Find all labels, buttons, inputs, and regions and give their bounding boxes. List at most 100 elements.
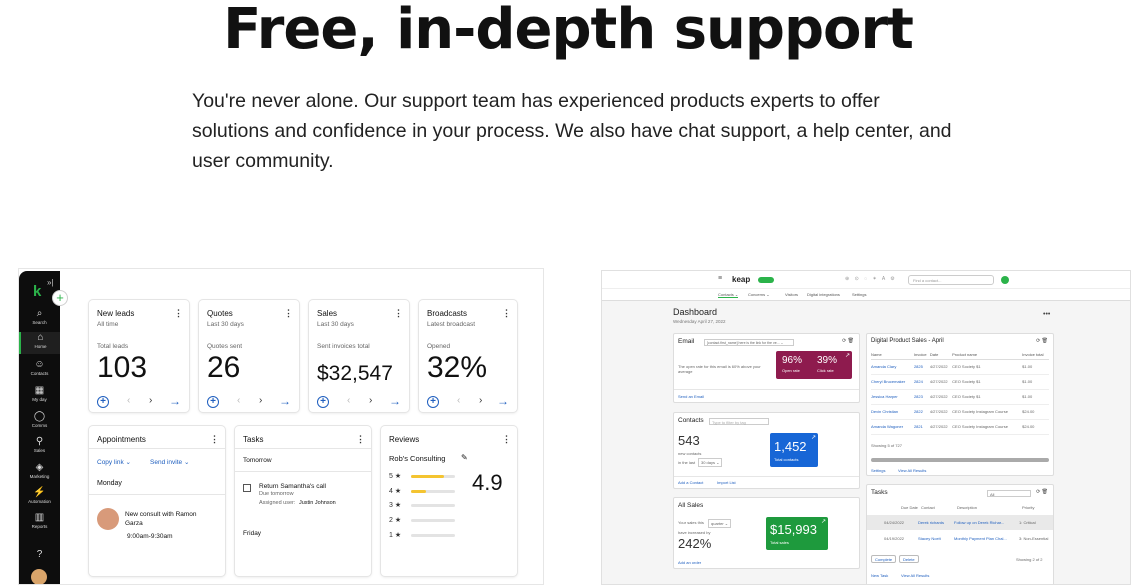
arrow-right-icon[interactable]: → [169, 394, 181, 408]
refresh-delete-icons[interactable]: ⟳ 🗑 [1036, 489, 1048, 495]
table-row[interactable]: Amanda Clary 2825 4/27/2022 CEO Society $1 $… [871, 359, 1049, 375]
table-row[interactable]: Devin Christian 2822 4/27/2022 CEO Society … [871, 404, 1049, 420]
cell[interactable]: Follow up on Derek Richar... [954, 520, 1004, 525]
cell[interactable]: Amanda Clary [871, 359, 914, 375]
kebab-menu-icon[interactable]: ⋮ [502, 434, 511, 445]
add-icon[interactable]: + [427, 396, 439, 408]
kebab-menu-icon[interactable]: ⋮ [284, 308, 293, 319]
next-icon[interactable]: › [369, 395, 372, 406]
task-title[interactable]: Return Samantha's call [259, 483, 326, 490]
column-header[interactable]: Due Date [901, 505, 918, 510]
tag-filter-input[interactable]: Type to filter by tag [709, 418, 769, 425]
cell[interactable]: Amanda Wagoner [871, 419, 914, 435]
settings-link[interactable]: Settings [871, 468, 885, 473]
toolbar-icons[interactable]: ⊕ ⊙ ◌ ✶ A ⚙ [845, 276, 897, 282]
new-leads-card[interactable]: New leads ⋮ All time Total leads 103 + ‹ ›… [89, 300, 189, 412]
sidebar-item-help[interactable]: ? [19, 549, 60, 560]
delete-button[interactable]: Delete [899, 555, 919, 563]
table-row[interactable]: 04/24/2022 Derek richards Follow up on D… [867, 515, 1053, 530]
kebab-menu-icon[interactable]: ⋮ [502, 308, 511, 319]
quick-add-button[interactable]: + [52, 290, 68, 306]
prev-icon[interactable]: ‹ [237, 395, 240, 406]
column-header[interactable]: Product name [952, 351, 1023, 360]
table-row[interactable]: Amanda Wagoner 2821 4/27/2022 CEO Society I… [871, 419, 1049, 435]
tab-visitors[interactable]: Visitors [785, 292, 798, 297]
cell[interactable]: 2822 [913, 404, 930, 420]
days-select[interactable]: 30 days ⌄ [698, 458, 723, 467]
sidebar-item-automation[interactable]: ⚡ Automation [19, 487, 60, 504]
column-header[interactable]: Description [957, 505, 977, 510]
column-header[interactable]: Invoice total [1022, 351, 1049, 360]
prev-icon[interactable]: ‹ [127, 395, 130, 406]
quotes-card[interactable]: Quotes ⋮ Last 30 days Quotes sent 26 + ‹ ›… [199, 300, 299, 412]
cell[interactable]: Stacey Noelt [918, 536, 941, 541]
arrow-right-icon[interactable]: → [389, 394, 401, 408]
refresh-delete-icons[interactable]: ⟳ 🗑 [842, 338, 854, 344]
column-header[interactable]: Invoice [913, 351, 930, 360]
table-row[interactable]: Jessica Harper 2823 4/27/2022 CEO Society $… [871, 389, 1049, 405]
complete-button[interactable]: Complete [871, 555, 897, 563]
tab-settings[interactable]: Settings [852, 292, 866, 297]
new-task-link[interactable]: New Task [871, 573, 888, 578]
tab-digital-integrations[interactable]: Digital integrations [807, 292, 840, 297]
keap-logo-icon[interactable]: k [33, 283, 41, 300]
cell[interactable]: Monthly Payment Plan Chal... [954, 536, 1007, 541]
sidebar-item-marketing[interactable]: ◈ Marketing [19, 462, 60, 479]
add-order-link[interactable]: Add an order [678, 560, 701, 565]
sidebar-item-sales[interactable]: ⚲ Sales [19, 436, 60, 453]
add-icon[interactable] [1001, 276, 1009, 284]
cell[interactable]: Jessica Harper [871, 389, 914, 405]
column-header[interactable]: Contact [921, 505, 935, 510]
cell[interactable]: Cheryl Brucemaker [871, 374, 914, 390]
total-contacts-box[interactable]: 1,452 Total contacts ↗ [770, 433, 818, 467]
sales-card[interactable]: Sales ⋮ Last 30 days Sent invoices total… [309, 300, 409, 412]
tab-concerns[interactable]: Concerns ⌄ [748, 292, 770, 297]
arrow-right-icon[interactable]: → [497, 394, 509, 408]
view-all-results-link[interactable]: View All Results [898, 468, 926, 473]
more-icon[interactable]: ••• [1043, 311, 1050, 318]
menu-icon[interactable]: ≡ [718, 275, 722, 282]
edit-icon[interactable]: ✎ [461, 453, 468, 462]
cell[interactable]: 2823 [913, 389, 930, 405]
open-external-icon[interactable]: ↗ [811, 434, 816, 441]
sidebar-item-my-day[interactable]: ▦ My day [19, 385, 60, 402]
kebab-menu-icon[interactable]: ⋮ [356, 434, 365, 445]
cell[interactable]: Devin Christian [871, 404, 914, 420]
sidebar-item-search[interactable]: ⌕ Search [19, 308, 60, 325]
add-contact-link[interactable]: Add a Contact [678, 480, 703, 485]
prev-icon[interactable]: ‹ [347, 395, 350, 406]
task-checkbox[interactable] [243, 484, 251, 492]
email-stats-box[interactable]: 96% Open rate 39% Click rate ↗ [776, 351, 852, 379]
column-header[interactable]: Date [929, 351, 953, 360]
cell[interactable]: 2821 [913, 419, 930, 435]
collapse-sidebar-icon[interactable]: »| [47, 278, 54, 287]
table-row[interactable]: 04/19/2022 Stacey Noelt Monthly Payment … [867, 531, 1053, 546]
column-header[interactable]: Priority [1022, 505, 1034, 510]
keap-logo[interactable]: keap [732, 275, 750, 284]
copy-link-button[interactable]: Copy link ⌄ [97, 458, 131, 466]
sidebar-item-home[interactable]: ⌂ Home [19, 332, 60, 354]
view-all-results-link[interactable]: View All Results [901, 573, 929, 578]
broadcasts-card[interactable]: Broadcasts ⋮ Latest broadcast Opened 32%… [419, 300, 517, 412]
sidebar-item-comms[interactable]: ◯ Comms [19, 411, 60, 428]
kebab-menu-icon[interactable]: ⋮ [394, 308, 403, 319]
add-icon[interactable]: + [97, 396, 109, 408]
open-external-icon[interactable]: ↗ [845, 352, 850, 359]
appointment-title[interactable]: New consult with Ramon Garza [125, 510, 215, 528]
refresh-delete-icons[interactable]: ⟳ 🗑 [1036, 338, 1048, 344]
add-icon[interactable]: + [317, 396, 329, 408]
tasks-filter-select[interactable]: All [987, 490, 1031, 497]
horizontal-scrollbar[interactable] [871, 458, 1049, 462]
column-header[interactable]: Name [871, 351, 914, 360]
cell[interactable]: Derek richards [918, 520, 944, 525]
search-input[interactable]: Find a contact... [908, 275, 994, 285]
add-icon[interactable]: + [207, 396, 219, 408]
email-select[interactable]: [contact.first_name] here is the link fo… [704, 339, 794, 346]
total-sales-box[interactable]: $15,993 Total sales ↗ [766, 517, 828, 550]
next-icon[interactable]: › [259, 395, 262, 406]
send-email-link[interactable]: Send an Email [678, 394, 704, 399]
next-icon[interactable]: › [149, 395, 152, 406]
send-invite-button[interactable]: Send invite ⌄ [150, 458, 189, 466]
kebab-menu-icon[interactable]: ⋮ [210, 434, 219, 445]
prev-icon[interactable]: ‹ [457, 395, 460, 406]
